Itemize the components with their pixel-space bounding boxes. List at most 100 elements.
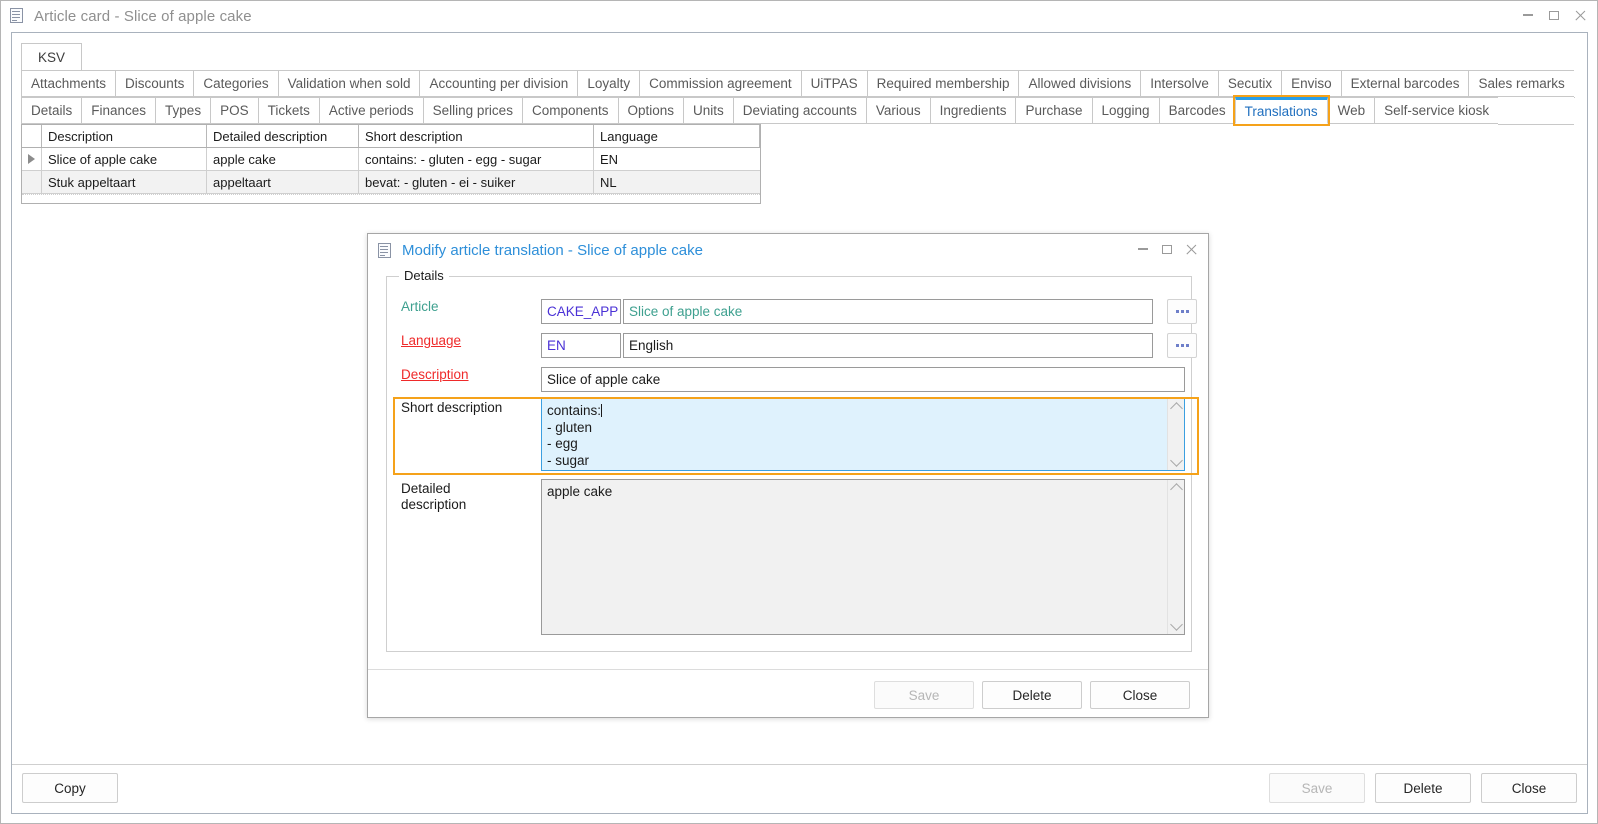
tab-types[interactable]: Types [155, 97, 211, 124]
tab-various[interactable]: Various [865, 97, 930, 124]
tab-external-barcodes[interactable]: External barcodes [1340, 70, 1469, 97]
tab-barcodes[interactable]: Barcodes [1158, 97, 1235, 124]
tab-attachments[interactable]: Attachments [21, 70, 116, 97]
detailed-description-scrollbar[interactable] [1167, 480, 1184, 634]
ksv-tabrow: KSV [21, 43, 83, 70]
tab-enviso[interactable]: Enviso [1281, 70, 1341, 97]
language-code-input[interactable]: EN [541, 333, 621, 358]
tab-units[interactable]: Units [683, 97, 733, 124]
tab-label: Types [165, 103, 202, 118]
table-cell: apple cake [207, 148, 359, 170]
dialog-save-button[interactable]: Save [874, 681, 974, 709]
tab-tickets[interactable]: Tickets [257, 97, 319, 124]
grid-column-header[interactable]: Description [42, 125, 207, 147]
tab-web[interactable]: Web [1327, 97, 1375, 124]
tab-components[interactable]: Components [521, 97, 618, 124]
dialog-minimize-button[interactable] [1131, 238, 1155, 260]
dialog-close-button[interactable] [1179, 238, 1203, 260]
tab-uitpas[interactable]: UiTPAS [800, 70, 867, 97]
footer-divider [12, 764, 1587, 765]
tab-active-periods[interactable]: Active periods [318, 97, 423, 124]
tab-label: Allowed divisions [1028, 76, 1132, 91]
table-row[interactable]: Slice of apple cake apple cake contains: -… [22, 148, 760, 171]
tab-label: Logging [1101, 103, 1150, 118]
maximize-button[interactable] [1541, 3, 1567, 27]
tab-loyalty[interactable]: Loyalty [577, 70, 640, 97]
copy-button[interactable]: Copy [22, 773, 118, 803]
detailed-description-textarea[interactable]: apple cake [541, 479, 1185, 635]
dialog-close-button-footer[interactable]: Close [1090, 681, 1190, 709]
short-description-textarea[interactable]: contains: - gluten - egg - sugar [541, 398, 1185, 471]
short-description-text: contains: - gluten - egg - sugar [547, 403, 603, 468]
tab-sales-remarks[interactable]: Sales remarks [1468, 70, 1574, 97]
delete-button[interactable]: Delete [1375, 773, 1471, 803]
row-selector[interactable] [22, 171, 42, 193]
short-description-scrollbar[interactable] [1167, 399, 1184, 470]
close-button-footer[interactable]: Close [1481, 773, 1577, 803]
close-button[interactable] [1567, 3, 1593, 27]
tab-allowed-divisions[interactable]: Allowed divisions [1018, 70, 1141, 97]
tab-label: Units [693, 103, 724, 118]
tab-label: Categories [203, 76, 269, 91]
table-cell: bevat: - gluten - ei - suiker [359, 171, 594, 193]
grid-new-row-placeholder[interactable] [22, 194, 760, 204]
tab-selling-prices[interactable]: Selling prices [422, 97, 522, 124]
tab-purchase[interactable]: Purchase [1015, 97, 1092, 124]
tab-label: Barcodes [1168, 103, 1226, 118]
field-row-short-description: Short description contains: - gluten - egg… [401, 398, 1185, 471]
tab-label: Various [875, 103, 921, 118]
article-name-input[interactable]: Slice of apple cake [623, 299, 1153, 324]
tab-options[interactable]: Options [617, 97, 684, 124]
tab-label: Discounts [125, 76, 185, 91]
scroll-down-icon[interactable] [1170, 618, 1183, 631]
window-titlebar: Article card - Slice of apple cake [1, 1, 1597, 31]
row-selector[interactable] [22, 148, 42, 170]
tab-ingredients[interactable]: Ingredients [929, 97, 1016, 124]
tab-deviating-accounts[interactable]: Deviating accounts [732, 97, 866, 124]
tab-discounts[interactable]: Discounts [115, 70, 194, 97]
minimize-button[interactable] [1515, 3, 1541, 27]
tab-label: Ingredients [939, 103, 1007, 118]
tab-ksv[interactable]: KSV [21, 43, 83, 70]
grid-column-header[interactable]: Short description [359, 125, 594, 147]
dialog-delete-button[interactable]: Delete [982, 681, 1082, 709]
language-name-input[interactable]: English [623, 333, 1153, 358]
tab-label: Validation when sold [287, 76, 411, 91]
tab-intersolve[interactable]: Intersolve [1140, 70, 1218, 97]
dialog-actions: Save Delete Close [874, 681, 1190, 709]
description-label: Description [401, 367, 469, 382]
tab-validation-when-sold[interactable]: Validation when sold [277, 70, 420, 97]
tab-pos[interactable]: POS [210, 97, 258, 124]
tab-translations[interactable]: Translations [1232, 95, 1330, 126]
language-browse-button[interactable] [1167, 333, 1197, 358]
table-cell: Stuk appeltaart [42, 171, 207, 193]
translations-grid[interactable]: Description Detailed description Short des… [21, 124, 761, 204]
tabstrip-row-2: Details Finances Types POS Tickets Active per… [21, 95, 1576, 126]
scroll-down-icon[interactable] [1170, 454, 1183, 467]
tab-label: Loyalty [587, 76, 631, 91]
scroll-up-icon[interactable] [1170, 483, 1183, 496]
tab-categories[interactable]: Categories [193, 70, 278, 97]
tab-logging[interactable]: Logging [1091, 97, 1159, 124]
dialog-maximize-button[interactable] [1155, 238, 1179, 260]
tab-label: Commission agreement [649, 76, 792, 91]
tab-self-service-kiosk[interactable]: Self-service kiosk [1374, 97, 1499, 124]
tab-label: Intersolve [1150, 76, 1209, 91]
tab-accounting-per-division[interactable]: Accounting per division [419, 70, 578, 97]
article-code-input[interactable]: CAKE_APP [541, 299, 621, 324]
details-groupbox: Details Article CAKE_APP Slice of apple … [386, 268, 1197, 652]
description-input[interactable]: Slice of apple cake [541, 367, 1185, 392]
tab-required-membership[interactable]: Required membership [866, 70, 1019, 97]
tab-secutix[interactable]: Secutix [1217, 70, 1282, 97]
tab-label: Required membership [876, 76, 1010, 91]
save-button[interactable]: Save [1269, 773, 1365, 803]
tab-commission-agreement[interactable]: Commission agreement [639, 70, 801, 97]
tab-finances[interactable]: Finances [81, 97, 156, 124]
article-browse-button[interactable] [1167, 299, 1197, 324]
grid-column-header[interactable]: Detailed description [207, 125, 359, 147]
field-row-description: Description Slice of apple cake [401, 367, 1185, 392]
tab-details[interactable]: Details [21, 97, 82, 124]
table-row[interactable]: Stuk appeltaart appeltaart bevat: - gluten… [22, 171, 760, 194]
grid-column-header[interactable]: Language [594, 125, 760, 147]
scroll-up-icon[interactable] [1170, 402, 1183, 415]
